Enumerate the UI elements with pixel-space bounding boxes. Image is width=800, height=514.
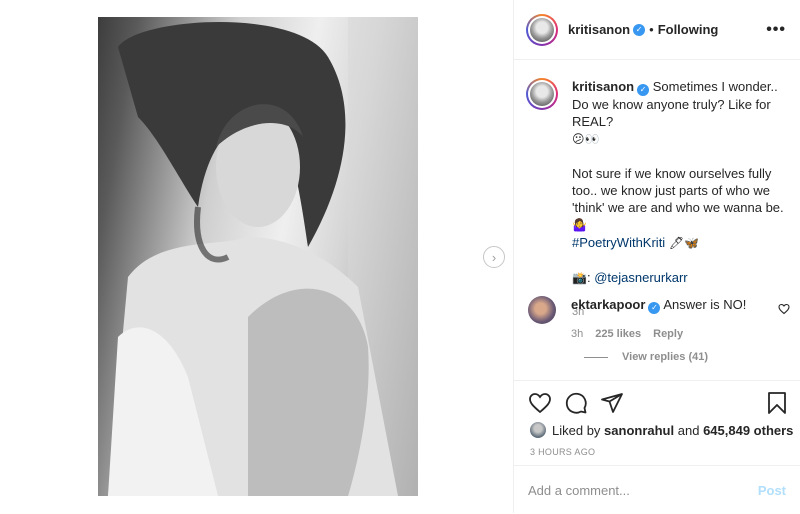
- post-actions-section: Liked by sanonrahul and 645,849 others 3…: [514, 380, 800, 513]
- author-avatar[interactable]: [526, 13, 558, 46]
- view-replies-button[interactable]: View replies (41): [584, 351, 708, 363]
- comment-time[interactable]: 3h: [571, 326, 583, 343]
- comment-icon[interactable]: [564, 391, 588, 415]
- replies-divider: [584, 356, 608, 358]
- comment-item: ektarkapoor ✓ Answer is NO! 3h 225 likes …: [528, 296, 794, 343]
- commenter-username[interactable]: ektarkapoor: [571, 297, 645, 312]
- more-icon[interactable]: •••: [766, 22, 786, 38]
- post-photo[interactable]: [98, 17, 418, 496]
- verified-icon: ✓: [648, 301, 661, 314]
- reply-button[interactable]: Reply: [653, 326, 683, 343]
- hashtag-link[interactable]: #PoetryWithKriti: [572, 235, 665, 250]
- liked-by-prefix: Liked by: [552, 422, 601, 438]
- comment-text: Answer is NO!: [663, 297, 747, 312]
- verified-icon: ✓: [637, 83, 650, 96]
- chevron-right-icon: ›: [491, 249, 497, 265]
- post-comment-button[interactable]: Post: [758, 483, 786, 498]
- following-button[interactable]: Following: [658, 22, 719, 37]
- post-timestamp[interactable]: 3 HOURS AGO: [530, 447, 595, 457]
- caption-username[interactable]: kritisanon: [572, 79, 634, 94]
- heart-icon[interactable]: [528, 391, 552, 415]
- caption-line-2: Not sure if we know ourselves fully too.…: [572, 165, 784, 215]
- likes-count[interactable]: 645,849 others: [703, 423, 793, 438]
- comment-like-heart-icon[interactable]: [778, 303, 790, 315]
- separator-dot: •: [649, 22, 654, 37]
- caption-avatar[interactable]: [526, 78, 558, 110]
- liker-username[interactable]: sanonrahul: [604, 423, 674, 438]
- credit-separator: :: [586, 269, 591, 285]
- emoji-group-1: 😕👀: [572, 131, 600, 146]
- next-image-button[interactable]: ›: [483, 246, 505, 268]
- verified-icon: ✓: [633, 23, 646, 36]
- instagram-post: › kritisanon ✓ • Following ••• kritisano…: [0, 0, 800, 513]
- caption-text: kritisanon ✓ Sometimes I wonder.. Do we k…: [572, 78, 792, 321]
- liker-avatar[interactable]: [530, 422, 546, 438]
- camera-emoji: 📸: [572, 270, 587, 285]
- save-button[interactable]: [766, 391, 788, 415]
- portrait-image: [108, 17, 418, 496]
- save-icon: [768, 392, 786, 414]
- emoji-group-3: 🖊🦋: [668, 235, 700, 250]
- post-caption: kritisanon ✓ Sometimes I wonder.. Do we k…: [526, 78, 792, 321]
- comment-input[interactable]: [528, 482, 758, 498]
- comment-body: ektarkapoor ✓ Answer is NO! 3h 225 likes …: [571, 296, 794, 343]
- post-sidebar: kritisanon ✓ • Following ••• kritisanon ✓…: [514, 0, 800, 513]
- share-icon[interactable]: [600, 391, 624, 415]
- post-media: ›: [0, 0, 514, 513]
- view-replies-label: View replies (41): [622, 351, 709, 363]
- commenter-avatar[interactable]: [528, 296, 556, 324]
- add-comment-bar: Post: [514, 465, 800, 514]
- likes-summary: Liked by sanonrahul and 645,849 others: [530, 422, 793, 438]
- action-buttons: [528, 391, 624, 415]
- comment-likes[interactable]: 225 likes: [595, 326, 641, 343]
- post-header: kritisanon ✓ • Following •••: [514, 0, 800, 60]
- comment-meta: 3h 225 likes Reply: [571, 326, 794, 343]
- photographer-mention[interactable]: @tejasnerurkarr: [594, 270, 687, 285]
- emoji-shrug: 🤷‍♀️: [572, 217, 587, 232]
- author-username[interactable]: kritisanon: [568, 22, 630, 37]
- liked-by-and: and: [677, 422, 700, 438]
